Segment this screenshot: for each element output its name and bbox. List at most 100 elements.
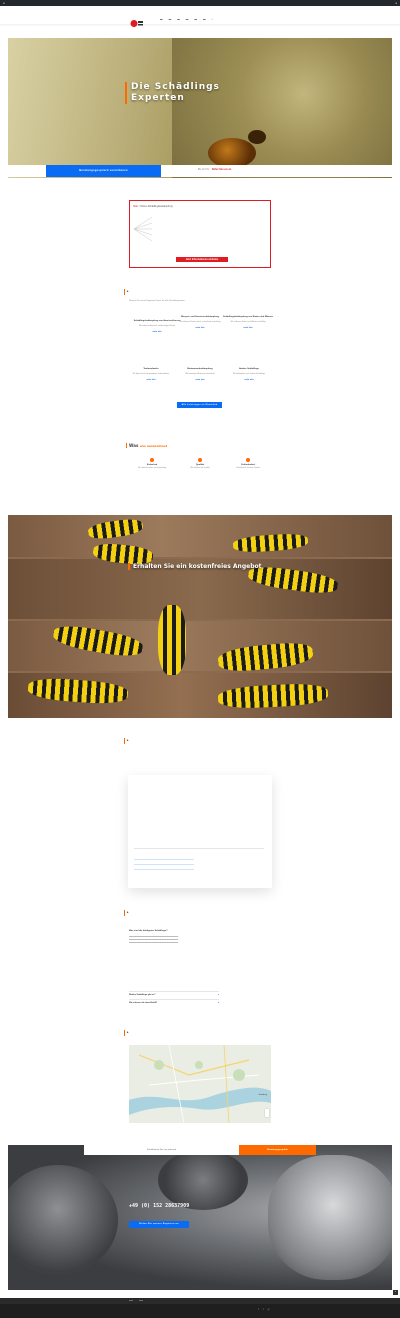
services-head: ▸ (124, 289, 129, 295)
map-graphic (129, 1045, 271, 1123)
form-divider (134, 848, 264, 849)
faq-question-3-text: Wie erkenne ich einen Befall? (129, 1002, 158, 1004)
service-title: Bettwanzenbekämpfung (187, 368, 213, 370)
hero-title-line1: Die Schädlings (131, 82, 220, 92)
map[interactable]: Hamburg (129, 1045, 271, 1123)
hero-info-text: Bis 22 Uhr (198, 168, 210, 171)
site-header: ▬ ▬ ▬ ▬ ▬ ▬ ⌕ (0, 6, 400, 27)
faq-question-3[interactable]: Wie erkenne ich einen Befall? ● (129, 999, 219, 1006)
service-title: Wespen- und Hornissenbekämpfung (180, 316, 219, 318)
box-crumb[interactable]: Start (133, 205, 138, 208)
footer-links: ▬▬ ▬▬ (129, 1300, 143, 1302)
call-experts-button[interactable]: Rufen Sie unsere Experten an (129, 1221, 189, 1228)
service-card-2[interactable]: Wespen- und Hornissenbekämpfung Wir entf… (173, 316, 227, 329)
service-more-link[interactable]: mehr info (173, 379, 227, 381)
nav-item[interactable]: ▬ (177, 18, 180, 21)
why-head: Was uns auszeichnet (126, 443, 167, 448)
service-more-link[interactable]: mehr info (130, 331, 184, 333)
service-more-link[interactable]: mehr info (173, 327, 227, 329)
search-icon[interactable]: ⌕ (212, 18, 213, 21)
service-title: Schädlingsbekämpfung von Ratten und Mäus… (223, 316, 273, 318)
tools-icon (198, 458, 202, 462)
online-box: Start / Online-Schädlingsbekämpfung Jetz… (129, 200, 271, 268)
twitter-icon[interactable]: t (263, 1308, 264, 1311)
why-desc: Zufriedenheit unserer Kunden (236, 467, 260, 469)
box-title-text: Online-Schädlingsbekämpfung (140, 205, 173, 208)
nav-item[interactable]: ▬ (203, 18, 206, 21)
service-card-4[interactable]: Taubenabwehr Wir bieten Ihnen die geeign… (124, 368, 178, 381)
faq-answer-1: ▬▬▬▬▬▬▬▬▬▬▬▬▬▬▬▬▬▬▬▬▬▬▬▬▬▬ ▬▬▬▬▬▬▬▬▬▬▬▬▬▬… (129, 936, 179, 944)
faq-head: ▸ (124, 910, 129, 916)
services-head-icon: ▸ (127, 289, 129, 293)
form-link[interactable] (134, 869, 194, 870)
hero-background-image (172, 38, 392, 178)
why-head-a: Was (129, 443, 139, 448)
hero-info: Bis 22 Uhr Rufen Sie uns an (198, 168, 231, 171)
service-desc: Wir beseitigen Bettwanzen dauerhaft (185, 373, 215, 375)
form-head-icon: ▸ (127, 738, 129, 742)
service-desc: Wir entfernen Nester sicher, schnell und… (179, 321, 221, 323)
bug-head-image (248, 130, 266, 144)
form-link[interactable] (134, 859, 194, 860)
main-nav: ▬ ▬ ▬ ▬ ▬ ▬ ⌕ (160, 18, 213, 21)
nav-item[interactable]: ▬ (169, 18, 172, 21)
all-services-button[interactable]: Alle Leistungen im Überblick (177, 402, 222, 408)
back-to-top-button[interactable]: ^ (393, 1290, 398, 1295)
consultation-button[interactable]: Beratungsgespräch vereinbaren (46, 165, 161, 177)
hero-title: Die Schädlings Experten (125, 82, 220, 104)
contact-form-card[interactable] (128, 775, 272, 888)
map-head: ▸ (124, 1030, 129, 1036)
service-desc: Wir bieten Ihnen die geeignete Taubenabw… (132, 373, 170, 375)
service-more-link[interactable]: mehr info (222, 379, 276, 381)
service-card-5[interactable]: Bettwanzenbekämpfung Wir beseitigen Bett… (173, 368, 227, 381)
facebook-icon[interactable]: f (258, 1308, 259, 1311)
why-head-b: uns auszeichnet (139, 444, 168, 448)
toggle-icon[interactable]: ● (218, 994, 219, 996)
service-more-link[interactable]: mehr info (124, 379, 178, 381)
hero-title-line2: Experten (131, 93, 185, 103)
service-card-3[interactable]: Schädlingsbekämpfung von Ratten und Mäus… (221, 316, 275, 329)
get-info-button[interactable]: Jetzt Informationen einholen (176, 257, 228, 262)
faq-question-2-text: Welche Schädlinge gibt es? (129, 994, 156, 996)
instagram-icon[interactable]: ◎ (267, 1308, 269, 1311)
service-title: Andere Schädlinge (239, 368, 259, 370)
logo[interactable] (130, 15, 144, 27)
admin-user[interactable]: ● (395, 1, 397, 5)
map-city-label: Hamburg (258, 1094, 267, 1096)
wasp-image (158, 605, 186, 675)
service-card-6[interactable]: Andere Schädlinge Wir bekämpfen auch and… (222, 368, 276, 381)
footer: ▬▬ ▬▬ f t ◎ ^ (0, 1290, 400, 1318)
faq-question-1[interactable]: Was sind die häufigsten Schädlinge? (129, 930, 168, 932)
nav-item[interactable]: ▬ (186, 18, 189, 21)
nav-item[interactable]: ▬ (160, 18, 163, 21)
mouse-image (158, 1150, 248, 1210)
form-link[interactable] (134, 864, 194, 865)
wp-logo-icon[interactable]: ● (3, 1, 5, 5)
faq-head-icon: ▸ (127, 910, 129, 914)
shield-icon (150, 458, 154, 462)
contact-strip-button[interactable]: Beratungsgespräch (239, 1145, 316, 1155)
footer-nav (0, 1298, 400, 1304)
rays-icon (134, 216, 153, 242)
hero-info-link[interactable]: Rufen Sie uns an (212, 168, 231, 171)
faq-question-2[interactable]: Welche Schädlinge gibt es? ● (129, 991, 219, 998)
hero-section (8, 38, 392, 178)
why-item-3: Zufriedenheit Zufriedenheit unserer Kund… (218, 458, 278, 470)
wood-plank (8, 515, 392, 557)
bug-image (208, 138, 256, 168)
nav-item[interactable]: ▬ (194, 18, 197, 21)
gear-icon (246, 458, 250, 462)
box-title: Start / Online-Schädlingsbekämpfung (133, 205, 173, 208)
mouse-image (268, 1155, 392, 1280)
service-more-link[interactable]: mehr info (221, 327, 275, 329)
toggle-icon[interactable]: ● (218, 1002, 219, 1004)
footer-link[interactable]: ▬▬ (139, 1300, 143, 1302)
zoom-control[interactable] (265, 1109, 269, 1117)
offer-section (8, 515, 392, 718)
service-title: Taubenabwehr (143, 368, 159, 370)
social-icons: f t ◎ (258, 1308, 270, 1311)
form-head: ▸ (124, 738, 129, 744)
phone-number[interactable]: +49 (0) 152 28637909 (129, 1203, 189, 1209)
services-intro: Nutzen Sie unser Experten-Team für alle … (129, 300, 185, 302)
footer-link[interactable]: ▬▬ (129, 1300, 133, 1302)
